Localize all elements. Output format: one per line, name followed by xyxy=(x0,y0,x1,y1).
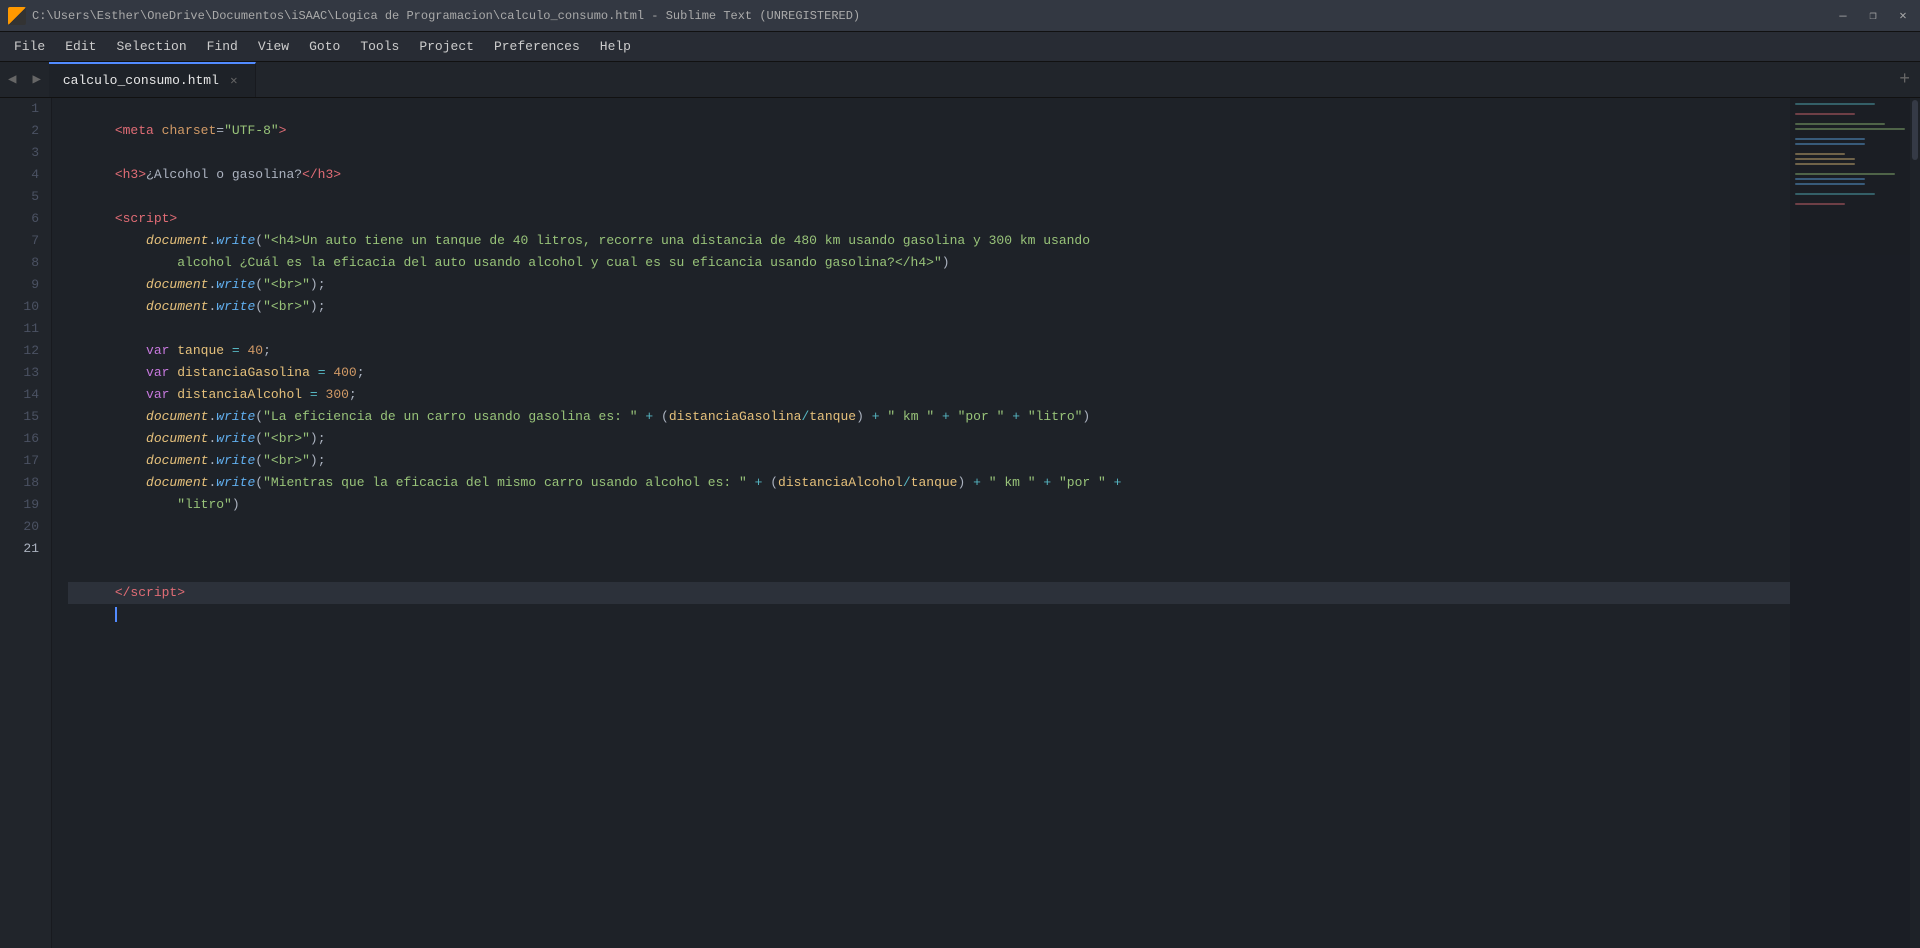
tab-close-button[interactable]: ✕ xyxy=(227,73,241,88)
line-number: 18 xyxy=(0,472,51,494)
menu-help[interactable]: Help xyxy=(590,35,641,58)
code-line-11: var distanciaGasolina = 400; xyxy=(68,340,1790,362)
line-number: 16 xyxy=(0,428,51,450)
menu-tools[interactable]: Tools xyxy=(350,35,409,58)
app-icon xyxy=(8,7,26,25)
code-line-20: </script> xyxy=(68,560,1790,582)
line-number: 13 xyxy=(0,362,51,384)
menu-view[interactable]: View xyxy=(248,35,299,58)
line-number: 11 xyxy=(0,318,51,340)
line-number: 15 xyxy=(0,406,51,428)
code-line-9 xyxy=(68,296,1790,318)
code-line-21 xyxy=(68,582,1790,604)
editor-container: 1 2 3 4 5 6 7 8 9 10 11 12 13 14 15 16 1… xyxy=(0,98,1920,948)
code-line-8: document.write("<br>"); xyxy=(68,274,1790,296)
code-line-2 xyxy=(68,120,1790,142)
line-number: 9 xyxy=(0,274,51,296)
code-line-5: <script> xyxy=(68,186,1790,208)
line-number: 2 xyxy=(0,120,51,142)
code-line-6: document.write("<h4>Un auto tiene un tan… xyxy=(68,208,1790,230)
titlebar: C:\Users\Esther\OneDrive\Documentos\iSAA… xyxy=(0,0,1920,32)
menu-file[interactable]: File xyxy=(4,35,55,58)
line-number: 17 xyxy=(0,450,51,472)
tab-prev-button[interactable]: ◀ xyxy=(0,62,24,97)
code-editor[interactable]: <meta charset="UTF-8"> <h3>¿Alcohol o ga… xyxy=(52,98,1790,948)
tab-calculo-consumo[interactable]: calculo_consumo.html ✕ xyxy=(49,62,256,97)
line-number: 8 xyxy=(0,252,51,274)
menu-project[interactable]: Project xyxy=(409,35,484,58)
code-line-17 xyxy=(68,494,1790,516)
window-title: C:\Users\Esther\OneDrive\Documentos\iSAA… xyxy=(32,9,1834,23)
line-number: 7 xyxy=(0,230,51,252)
menu-selection[interactable]: Selection xyxy=(106,35,196,58)
code-line-19 xyxy=(68,538,1790,560)
minimize-button[interactable]: — xyxy=(1834,8,1852,23)
line-number: 19 xyxy=(0,494,51,516)
tab-label: calculo_consumo.html xyxy=(63,73,219,88)
line-number: 12 xyxy=(0,340,51,362)
maximize-button[interactable]: ❐ xyxy=(1864,8,1882,23)
line-number: 5 xyxy=(0,186,51,208)
line-number-active: 21 xyxy=(0,538,51,560)
menubar: File Edit Selection Find View Goto Tools… xyxy=(0,32,1920,62)
code-line-3: <h3>¿Alcohol o gasolina?</h3> xyxy=(68,142,1790,164)
tab-next-button[interactable]: ▶ xyxy=(24,62,48,97)
menu-find[interactable]: Find xyxy=(197,35,248,58)
menu-edit[interactable]: Edit xyxy=(55,35,106,58)
line-number: 10 xyxy=(0,296,51,318)
code-line-18 xyxy=(68,516,1790,538)
line-number: 3 xyxy=(0,142,51,164)
menu-goto[interactable]: Goto xyxy=(299,35,350,58)
code-line-10: var tanque = 40; xyxy=(68,318,1790,340)
line-number: 1 xyxy=(0,98,51,120)
new-tab-button[interactable]: + xyxy=(1889,62,1920,97)
line-number: 4 xyxy=(0,164,51,186)
minimap xyxy=(1790,98,1910,948)
code-line-15: document.write("<br>"); xyxy=(68,428,1790,450)
code-line-1: <meta charset="UTF-8"> xyxy=(68,98,1790,120)
vertical-scrollbar[interactable] xyxy=(1910,98,1920,948)
scrollbar-thumb[interactable] xyxy=(1912,100,1918,160)
code-line-16: document.write("Mientras que la eficacia… xyxy=(68,450,1790,472)
tabbar: ◀ ▶ calculo_consumo.html ✕ + xyxy=(0,62,1920,98)
line-numbers-gutter: 1 2 3 4 5 6 7 8 9 10 11 12 13 14 15 16 1… xyxy=(0,98,52,948)
window-controls: — ❐ ✕ xyxy=(1834,8,1912,23)
line-number: 14 xyxy=(0,384,51,406)
menu-preferences[interactable]: Preferences xyxy=(484,35,590,58)
close-button[interactable]: ✕ xyxy=(1894,8,1912,23)
line-number: 20 xyxy=(0,516,51,538)
line-number: 6 xyxy=(0,208,51,230)
